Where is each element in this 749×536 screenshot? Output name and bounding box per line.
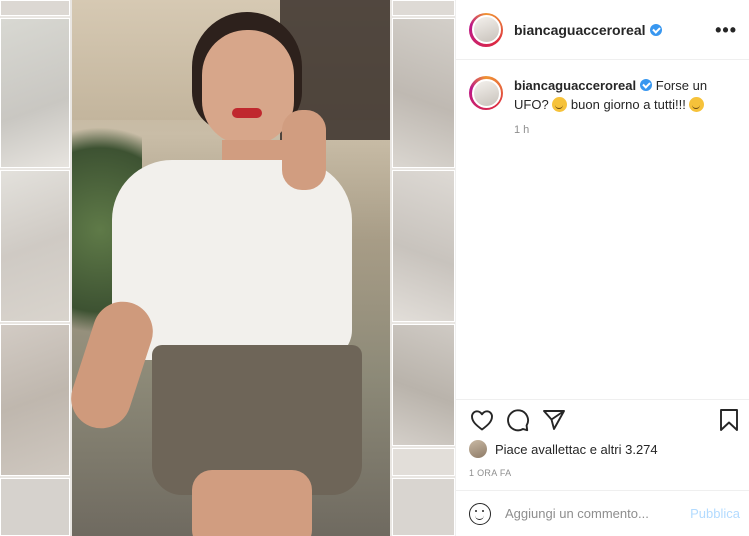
caption-text-2: buon giorno a tutti!!! [570,97,686,112]
caption-body: biancaguacceroreal Forse un UFO? buon gi… [514,76,730,114]
collage-tile [392,0,455,16]
likes-others-link[interactable]: altri 3.274 [601,442,658,457]
comment-input[interactable] [505,506,683,521]
image-leg [192,470,312,536]
collage-tile [0,478,70,536]
heart-icon [471,409,493,430]
collage-tile [392,324,455,446]
caption-username-link[interactable]: biancaguacceroreal [514,78,636,93]
more-options-button[interactable]: ••• [715,21,737,39]
smiley-icon[interactable] [469,502,491,525]
image-lips [232,108,262,118]
smile-emoji-icon [689,97,705,112]
save-button[interactable] [716,407,742,433]
author-username-link[interactable]: biancaguacceroreal [514,22,646,38]
post-main-image[interactable] [63,0,390,536]
collage-tile [0,0,70,16]
liker-username-link[interactable]: vallettac [538,442,586,457]
post-photo-area[interactable] [0,0,455,536]
paper-plane-icon [543,409,565,430]
comment-box: Pubblica [456,490,749,536]
collage-tile [392,448,455,476]
likes-prefix: Piace a [495,441,539,457]
post-details-panel: biancaguacceroreal ••• biancaguaccerorea… [455,0,749,536]
likes-summary: Piace a vallettac e altri 3.274 [469,440,658,458]
likes-middle: e [586,441,601,457]
thinking-emoji-icon [552,97,568,112]
collage-tile [392,478,455,536]
caption-timestamp: 1 h [514,124,530,136]
collage-tile [392,18,455,168]
collage-tile [0,324,70,476]
liker-avatar[interactable] [469,440,487,458]
like-button[interactable] [469,407,495,433]
bookmark-icon [720,408,738,431]
publish-button[interactable]: Pubblica [690,506,740,521]
share-button[interactable] [541,407,567,433]
author-avatar[interactable] [469,12,503,47]
image-face [202,30,294,145]
collage-tile [0,170,70,322]
verified-badge-icon [640,79,653,91]
post-modal: biancaguacceroreal ••• biancaguaccerorea… [0,0,749,536]
avatar-image [471,15,501,44]
image-hand [282,110,326,190]
action-bar [456,399,749,439]
caption-avatar[interactable] [469,76,503,110]
post-header: biancaguacceroreal ••• [456,0,749,60]
collage-tile [0,18,70,168]
post-date[interactable]: 1 ORA FA [469,468,511,478]
comment-button[interactable] [505,407,531,433]
comment-bubble-icon [507,408,529,431]
verified-badge-icon [649,23,662,36]
collage-tile [392,170,455,322]
caption-row: biancaguacceroreal Forse un UFO? buon gi… [456,60,749,114]
avatar-image [471,78,501,108]
